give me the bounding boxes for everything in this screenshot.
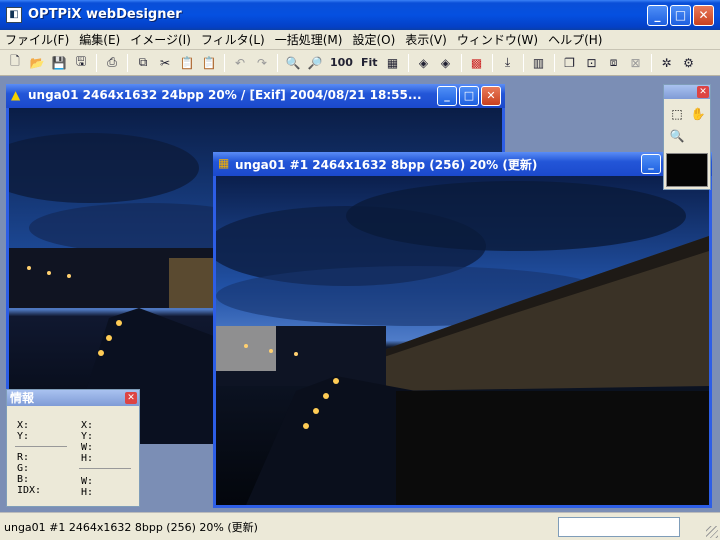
canal-photo-reduced[interactable] xyxy=(216,176,709,505)
paste-icon[interactable]: 📋 xyxy=(177,53,197,73)
menu-edit[interactable]: 編集(E) xyxy=(74,31,125,48)
zoom-out-icon[interactable]: 🔎 xyxy=(305,53,325,73)
app-title: OPTPiX webDesigner xyxy=(28,7,182,22)
toolbar-separator xyxy=(277,53,278,72)
selection-y-label: Y: xyxy=(81,431,94,442)
toolbar-separator xyxy=(96,53,97,72)
window-title: unga01 #1 2464x1632 8bpp (256) 20% (更新) xyxy=(235,158,538,172)
tool-palette-close-button[interactable]: ✕ xyxy=(697,86,709,98)
cursor-x-label: X: xyxy=(17,420,30,431)
resize-grip-icon[interactable] xyxy=(706,526,718,538)
save-icon[interactable]: 💾 xyxy=(49,53,69,73)
optpix-app-icon[interactable]: ◧ xyxy=(6,7,22,23)
menu-bar: ファイル(F) 編集(E) イメージ(I) フィルタ(L) 一括処理(M) 設定… xyxy=(0,30,720,50)
window-title-bar[interactable]: ▦ unga01 #1 2464x1632 8bpp (256) 20% (更新… xyxy=(213,152,712,176)
info-panel-title: 情報 xyxy=(10,391,35,405)
maximize-button[interactable]: □ xyxy=(670,5,691,26)
toolbar-separator xyxy=(224,53,225,72)
menu-batch[interactable]: 一括処理(M) xyxy=(270,31,348,48)
toolbar-separator xyxy=(522,53,524,72)
redo-icon[interactable]: ↷ xyxy=(252,53,272,73)
grid-icon[interactable]: ▦ xyxy=(383,53,403,73)
info-panel-close-button[interactable]: ✕ xyxy=(125,392,137,404)
info-panel: 情報 ✕ X: Y: R: G: B: IDX: X: Y: W: H: W: … xyxy=(6,389,140,507)
reduce-colors-settings-icon[interactable]: ◈ xyxy=(436,53,456,73)
toolbar: 🗋 📂 💾 🖫 ⎙ ⧉ ✂ 📋 📋 ↶ ↷ 🔍 🔎 100 Fit ▦ ◈ ◈ … xyxy=(0,50,720,76)
new-file-icon[interactable]: 🗋 xyxy=(5,53,25,73)
selection-h-label: H: xyxy=(81,453,94,464)
close-button[interactable]: ✕ xyxy=(693,5,714,26)
toolbar-separator xyxy=(127,53,128,72)
menu-window[interactable]: ウィンドウ(W) xyxy=(452,31,543,48)
window-title: unga01 2464x1632 24bpp 20% / [Exif] 2004… xyxy=(28,88,422,102)
tile-windows-icon[interactable]: ⊡ xyxy=(582,53,602,73)
selection-w-label: W: xyxy=(81,442,94,453)
window-maximize-button[interactable]: □ xyxy=(459,86,479,106)
toolbar-separator xyxy=(460,53,462,72)
rgb-triangle-icon: ▲ xyxy=(11,88,21,102)
divider xyxy=(79,468,131,469)
copy-icon[interactable]: ⧉ xyxy=(133,53,153,73)
open-folder-icon[interactable]: 📂 xyxy=(27,53,47,73)
status-text: unga01 #1 2464x1632 8bpp (256) 20% (更新) xyxy=(4,521,258,534)
image-h-label: H: xyxy=(81,487,94,498)
divider xyxy=(15,446,67,447)
app-title-bar[interactable]: ◧ OPTPiX webDesigner _ □ ✕ xyxy=(0,0,720,30)
menu-image[interactable]: イメージ(I) xyxy=(125,31,196,48)
window-minimize-button[interactable]: _ xyxy=(437,86,457,106)
undo-icon[interactable]: ↶ xyxy=(230,53,250,73)
palette-grid-icon: ▦ xyxy=(218,156,230,170)
menu-file[interactable]: ファイル(F) xyxy=(0,31,74,48)
red-label: R: xyxy=(17,452,30,463)
selection-x-label: X: xyxy=(81,420,94,431)
window-close-button[interactable]: ✕ xyxy=(481,86,501,106)
index-label: IDX: xyxy=(17,485,42,496)
toolbar-separator xyxy=(553,53,555,72)
zoom-tool-icon[interactable]: 🔍 xyxy=(668,127,686,145)
tool-palette: ✕ ⬚ ✋ 🔍 xyxy=(663,84,711,190)
toolbar-separator xyxy=(491,53,493,72)
image-w-label: W: xyxy=(81,476,94,487)
menu-settings[interactable]: 設定(O) xyxy=(347,31,400,48)
paste-special-icon[interactable]: 📋 xyxy=(199,53,219,73)
status-progress-box xyxy=(558,517,680,537)
window-minimize-button[interactable]: _ xyxy=(641,154,661,174)
blue-label: B: xyxy=(17,474,30,485)
palette-off-icon[interactable]: ▩ xyxy=(467,53,487,73)
print-icon[interactable]: ⎙ xyxy=(102,53,122,73)
minimize-button[interactable]: _ xyxy=(647,5,668,26)
green-label: G: xyxy=(17,463,30,474)
preferences-icon[interactable]: ⚙ xyxy=(679,53,699,73)
save-as-icon[interactable]: 🖫 xyxy=(71,53,91,73)
zoom-in-icon[interactable]: 🔍 xyxy=(283,53,303,73)
image-window-reduced[interactable]: ▦ unga01 #1 2464x1632 8bpp (256) 20% (更新… xyxy=(213,152,712,508)
info-panel-title-bar[interactable]: 情報 ✕ xyxy=(7,390,139,406)
window-title-bar[interactable]: ▲ unga01 2464x1632 24bpp 20% / [Exif] 20… xyxy=(6,84,505,108)
cursor-y-label: Y: xyxy=(17,431,30,442)
zoom-100-button[interactable]: 100 xyxy=(327,53,356,73)
filmstrip-icon[interactable]: ▥ xyxy=(529,53,549,73)
effects-icon[interactable]: ✲ xyxy=(657,53,677,73)
select-rectangle-icon[interactable]: ⬚ xyxy=(668,105,686,123)
hand-tool-icon[interactable]: ✋ xyxy=(689,105,707,123)
menu-view[interactable]: 表示(V) xyxy=(400,31,452,48)
arrange-windows-icon[interactable]: ⧈ xyxy=(604,53,624,73)
import-icon[interactable]: ⤓ xyxy=(498,53,518,73)
toolbar-separator xyxy=(407,53,409,72)
menu-help[interactable]: ヘルプ(H) xyxy=(543,31,607,48)
cut-icon[interactable]: ✂ xyxy=(155,53,175,73)
zoom-fit-button[interactable]: Fit xyxy=(358,53,381,73)
menu-filter[interactable]: フィルタ(L) xyxy=(196,31,270,48)
status-bar: unga01 #1 2464x1632 8bpp (256) 20% (更新) xyxy=(0,512,720,540)
close-all-windows-icon[interactable]: ⊠ xyxy=(626,53,646,73)
cascade-windows-icon[interactable]: ❐ xyxy=(560,53,580,73)
color-swatch[interactable] xyxy=(666,153,708,187)
toolbar-separator xyxy=(650,53,652,72)
tool-palette-title-bar[interactable]: ✕ xyxy=(664,85,710,99)
reduce-colors-icon[interactable]: ◈ xyxy=(414,53,434,73)
